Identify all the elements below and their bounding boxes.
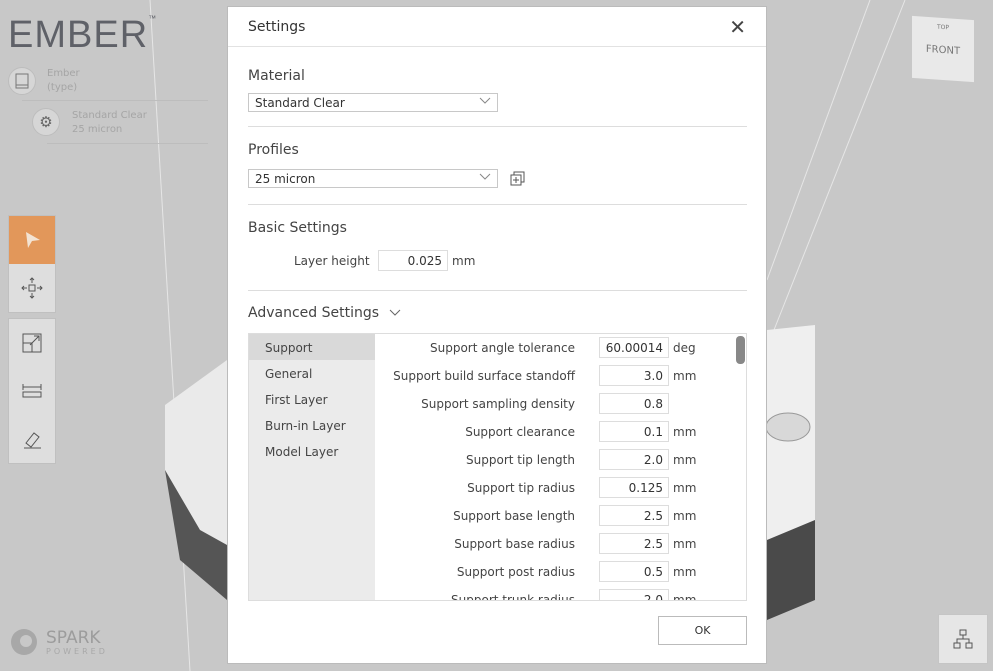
- setting-label: Support angle tolerance: [430, 341, 575, 355]
- advanced-settings-toggle[interactable]: Advanced Settings: [248, 305, 747, 321]
- setting-label: Support base radius: [454, 537, 575, 551]
- setting-unit: mm: [673, 537, 697, 551]
- select-tool[interactable]: [9, 216, 55, 264]
- close-icon[interactable]: ✕: [729, 15, 746, 39]
- setting-label: Support clearance: [465, 425, 575, 439]
- setting-row: Support sampling density 0.8: [375, 390, 735, 418]
- tool-group-secondary: [8, 318, 56, 464]
- divider: [22, 100, 208, 101]
- printer-info: Ember (type): [47, 68, 80, 93]
- divider: [248, 290, 747, 291]
- material-info: Standard Clear 25 micron: [72, 110, 147, 135]
- setting-row: Support tip radius 0.125 mm: [375, 474, 735, 502]
- ruler-icon: [22, 384, 42, 398]
- layer-height-unit: mm: [452, 254, 476, 268]
- setting-input[interactable]: 2.5: [599, 533, 669, 554]
- profiles-label: Profiles: [248, 142, 299, 158]
- category-list: Support General First Layer Burn-in Laye…: [249, 334, 375, 600]
- divider: [248, 126, 747, 127]
- view-cube[interactable]: TOP FRONT: [912, 15, 974, 83]
- move-icon: [21, 277, 43, 299]
- profiles-select[interactable]: 25 micron: [248, 169, 498, 188]
- material-label: Material: [248, 68, 305, 84]
- setting-unit: deg: [673, 341, 696, 355]
- move-tool[interactable]: [9, 264, 55, 312]
- ember-logo: EMBER™: [8, 14, 158, 56]
- scale-tool[interactable]: [9, 319, 55, 367]
- settings-dialog: Settings ✕ Material Standard Clear Profil…: [227, 6, 767, 664]
- setting-input[interactable]: 0.125: [599, 477, 669, 498]
- measure-tool[interactable]: [9, 367, 55, 415]
- layer-height-input[interactable]: 0.025: [378, 250, 448, 271]
- setting-unit: mm: [673, 369, 697, 383]
- network-button[interactable]: [938, 614, 988, 664]
- setting-unit: mm: [673, 565, 697, 579]
- setting-label: Support tip length: [466, 453, 575, 467]
- tool-group-primary: [8, 215, 56, 313]
- setting-row: Support base radius 2.5 mm: [375, 530, 735, 558]
- setting-input[interactable]: 2.0: [599, 449, 669, 470]
- setting-input[interactable]: 2.0: [599, 589, 669, 600]
- setting-label: Support trunk radius: [451, 593, 575, 601]
- dialog-header: Settings ✕: [228, 7, 766, 47]
- setting-row: Support base length 2.5 mm: [375, 502, 735, 530]
- setting-input[interactable]: 0.8: [599, 393, 669, 414]
- divider: [47, 143, 208, 144]
- category-model-layer[interactable]: Model Layer: [249, 438, 375, 464]
- chevron-down-icon: [390, 309, 401, 316]
- advanced-settings-panel: Support General First Layer Burn-in Laye…: [248, 333, 747, 601]
- setting-input[interactable]: 0.5: [599, 561, 669, 582]
- setting-unit: mm: [673, 425, 697, 439]
- setting-label: Support sampling density: [421, 397, 575, 411]
- chevron-down-icon: [479, 173, 491, 180]
- category-first-layer[interactable]: First Layer: [249, 386, 375, 412]
- basic-settings-label: Basic Settings: [248, 220, 347, 236]
- setting-unit: mm: [673, 593, 697, 601]
- setting-input[interactable]: 0.1: [599, 421, 669, 442]
- setting-row: Support angle tolerance 60.00014 deg: [375, 334, 735, 362]
- spark-logo: SPARK POWERED: [8, 626, 108, 658]
- setting-label: Support post radius: [456, 565, 575, 579]
- setting-unit: mm: [673, 453, 697, 467]
- layer-height-label: Layer height: [294, 254, 370, 268]
- ok-button[interactable]: OK: [658, 616, 747, 645]
- chevron-down-icon: [479, 97, 491, 104]
- gear-icon[interactable]: ⚙: [32, 108, 60, 136]
- setting-row: Support post radius 0.5 mm: [375, 558, 735, 586]
- setting-label: Support tip radius: [467, 481, 575, 495]
- setting-row: Support clearance 0.1 mm: [375, 418, 735, 446]
- setting-row: Support build surface standoff 3.0 mm: [375, 362, 735, 390]
- scale-icon: [22, 333, 42, 353]
- setting-unit: mm: [673, 481, 697, 495]
- printer-icon[interactable]: [8, 67, 36, 95]
- setting-label: Support build surface standoff: [393, 369, 575, 383]
- material-select[interactable]: Standard Clear: [248, 93, 498, 112]
- cursor-arrow-icon: [26, 232, 40, 248]
- setting-input[interactable]: 3.0: [599, 365, 669, 386]
- divider: [248, 204, 747, 205]
- setting-input[interactable]: 2.5: [599, 505, 669, 526]
- category-general[interactable]: General: [249, 360, 375, 386]
- setting-label: Support base length: [453, 509, 575, 523]
- category-burn-in-layer[interactable]: Burn-in Layer: [249, 412, 375, 438]
- setting-input[interactable]: 60.00014: [599, 337, 669, 358]
- erase-tool[interactable]: [9, 415, 55, 463]
- dialog-title: Settings: [248, 18, 306, 35]
- duplicate-profile-icon[interactable]: [510, 171, 525, 186]
- setting-row: Support trunk radius 2.0 mm: [375, 586, 735, 601]
- setting-unit: mm: [673, 509, 697, 523]
- network-icon: [953, 629, 973, 649]
- category-support[interactable]: Support: [249, 334, 375, 360]
- scrollbar[interactable]: [736, 336, 745, 364]
- eraser-icon: [24, 432, 41, 449]
- setting-row: Support tip length 2.0 mm: [375, 446, 735, 474]
